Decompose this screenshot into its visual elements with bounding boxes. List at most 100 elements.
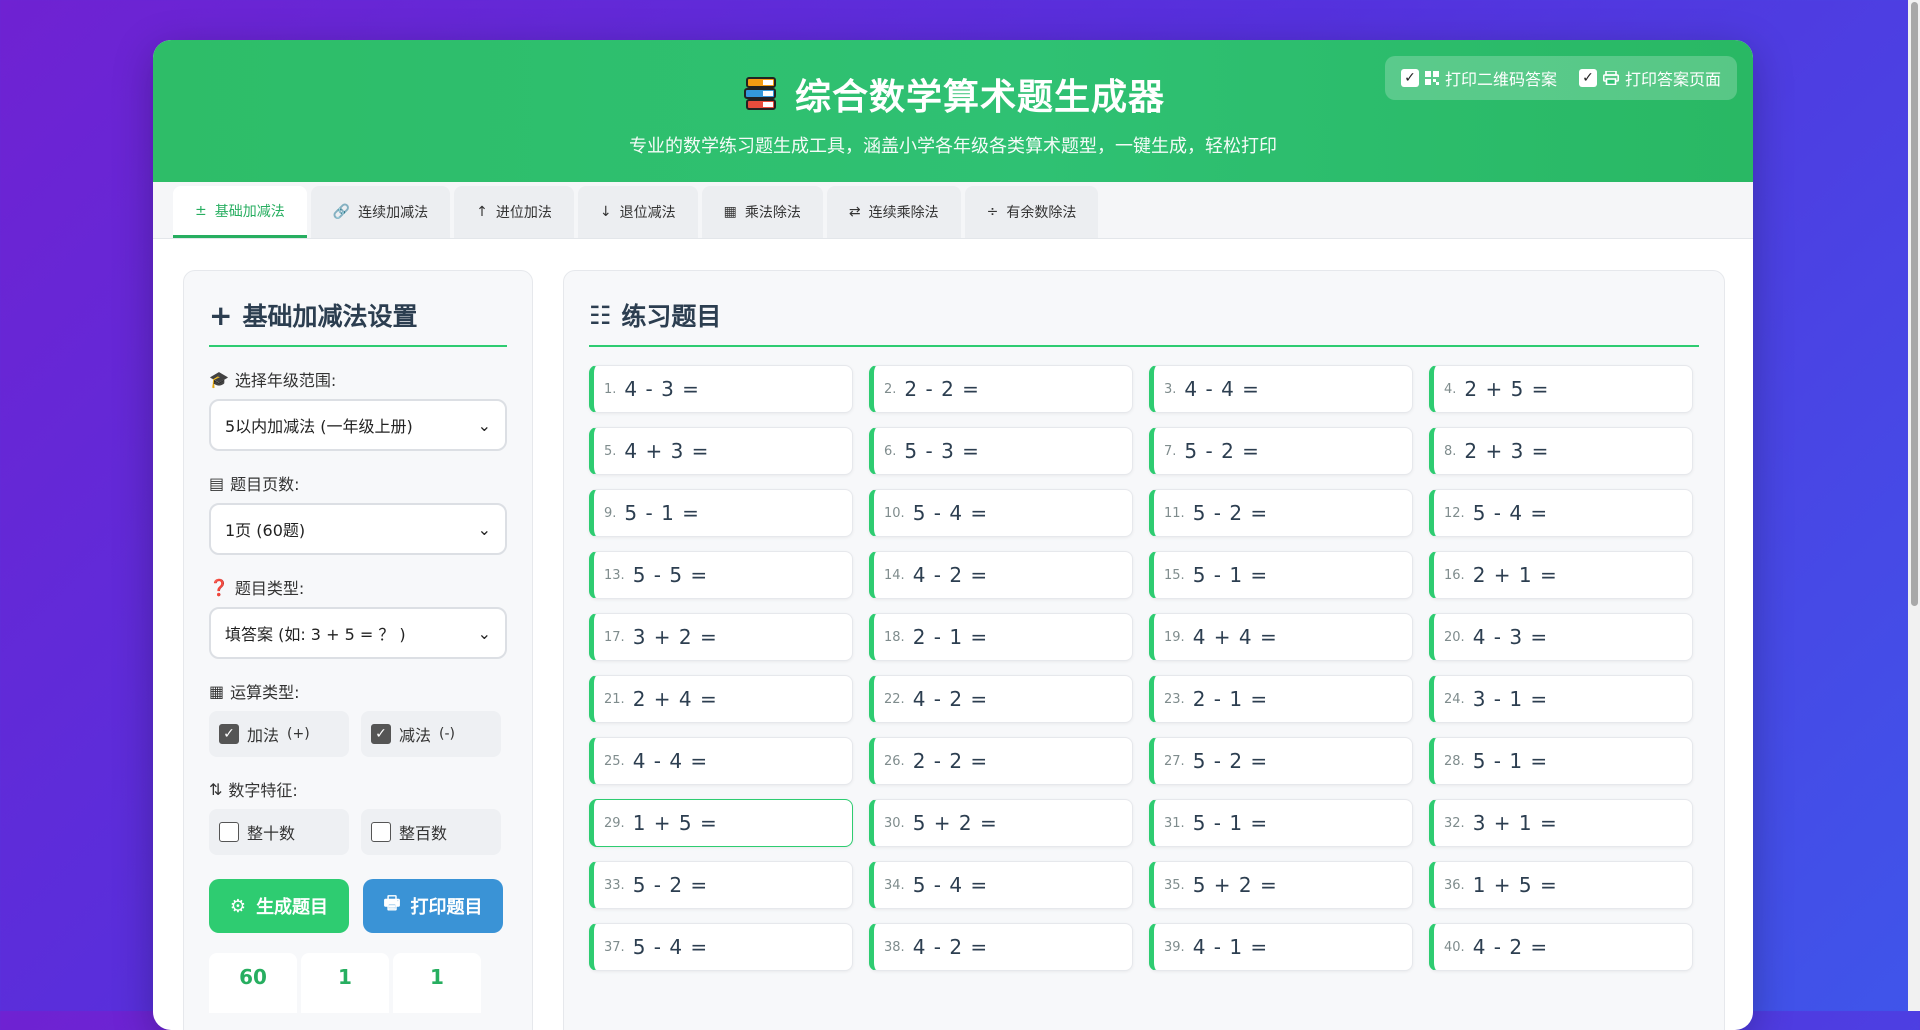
- question-number: 14.: [884, 567, 905, 583]
- tab-mult-div[interactable]: ▦ 乘法除法: [701, 186, 823, 238]
- calculator-icon: ▦: [209, 681, 225, 701]
- question-number: 34.: [884, 877, 905, 893]
- question-number: 22.: [884, 691, 905, 707]
- question-expression: 5 - 1 =: [624, 501, 700, 525]
- calculator-icon: ▦: [723, 204, 737, 220]
- scrollbar-thumb[interactable]: [1911, 2, 1918, 606]
- question-card: 22. 4 - 2 =: [869, 675, 1133, 723]
- question-card: 1. 4 - 3 =: [589, 365, 853, 413]
- question-number: 35.: [1164, 877, 1185, 893]
- tab-continuous-mult-div[interactable]: ⇄ 连续乘除法: [826, 186, 961, 238]
- tab-continuous-add-sub[interactable]: 🔗 连续加减法: [310, 186, 451, 238]
- question-grid: 1. 4 - 3 = 2. 2 - 2 = 3. 4 - 4 = 4. 2 + 5 = 5. 4 …: [589, 365, 1699, 971]
- tab-bar: ± 基础加减法 🔗 连续加减法 ↑ 进位加法 ↓ 退位减法 ▦ 乘法除法 ⇄ 连…: [153, 182, 1753, 239]
- question-card: 28. 5 - 1 =: [1429, 737, 1693, 785]
- question-number: 24.: [1444, 691, 1465, 707]
- header: 综合数学算术题生成器 专业的数学练习题生成工具，涵盖小学各年级各类算术题型，一键…: [153, 40, 1753, 182]
- question-expression: 4 + 4 =: [1192, 625, 1278, 649]
- feature-label-text: 数字特征:: [228, 781, 298, 800]
- question-number: 16.: [1444, 567, 1465, 583]
- subtraction-label: 减法: [399, 726, 432, 745]
- whole-tens-label: 整十数: [247, 824, 296, 843]
- question-card: 12. 5 - 4 =: [1429, 489, 1693, 537]
- question-card: 19. 4 + 4 =: [1149, 613, 1413, 661]
- divide-icon: ÷: [986, 204, 999, 220]
- whole-tens-option[interactable]: 整十数: [209, 809, 349, 855]
- tab-label: 基础加减法: [214, 203, 285, 220]
- question-card: 18. 2 - 1 =: [869, 613, 1133, 661]
- question-expression: 5 - 2 =: [1184, 439, 1260, 463]
- settings-title-text: 基础加减法设置: [242, 302, 418, 331]
- question-number: 19.: [1164, 629, 1185, 645]
- print-answers-option[interactable]: ✓ 打印答案页面: [1578, 66, 1721, 90]
- question-expression: 2 + 3 =: [1464, 439, 1550, 463]
- question-card: 33. 5 - 2 =: [589, 861, 853, 909]
- whole-hundreds-option[interactable]: 整百数: [361, 809, 501, 855]
- question-number: 26.: [884, 753, 905, 769]
- question-number: 12.: [1444, 505, 1465, 521]
- type-select[interactable]: 填答案 (如: 3 + 5 = ？ ) ⌄: [209, 607, 507, 659]
- print-qrcode-option[interactable]: ✓ 打印二维码答案: [1400, 66, 1557, 90]
- whole-hundreds-label: 整百数: [399, 824, 448, 843]
- question-card: 8. 2 + 3 =: [1429, 427, 1693, 475]
- question-number: 40.: [1444, 939, 1465, 955]
- question-card: 38. 4 - 2 =: [869, 923, 1133, 971]
- stats-row: 60 1 1: [209, 953, 507, 1013]
- addition-symbol: (+): [287, 726, 310, 742]
- question-expression: 4 - 3 =: [1472, 625, 1549, 649]
- print-button[interactable]: 🖶 打印题目: [363, 879, 503, 933]
- question-expression: 2 + 4 =: [632, 687, 718, 711]
- question-number: 15.: [1164, 567, 1185, 583]
- whole-hundreds-checkbox[interactable]: [371, 822, 391, 842]
- question-card: 24. 3 - 1 =: [1429, 675, 1693, 723]
- pages-label-text: 题目页数:: [230, 475, 300, 494]
- question-expression: 5 + 2 =: [912, 811, 998, 835]
- question-number: 10.: [884, 505, 905, 521]
- tab-label: 连续加减法: [358, 205, 429, 221]
- question-expression: 5 + 2 =: [1192, 873, 1278, 897]
- subtraction-symbol: (-): [439, 726, 455, 742]
- addition-checkbox[interactable]: ✓: [219, 724, 239, 744]
- action-buttons: ⚙ 生成题目 🖶 打印题目: [209, 879, 507, 933]
- grade-label: 🎓 选择年级范围:: [209, 367, 507, 391]
- question-number: 20.: [1444, 629, 1465, 645]
- subtraction-checkbox[interactable]: ✓: [371, 724, 391, 744]
- page-scrollbar[interactable]: [1908, 0, 1920, 1011]
- whole-tens-checkbox[interactable]: [219, 822, 239, 842]
- exercise-panel: ☷ 练习题目 1. 4 - 3 = 2. 2 - 2 = 3. 4 - 4 = 4. 2 + …: [563, 270, 1725, 1030]
- sort-numeric-icon: ⇅: [209, 779, 223, 799]
- subtraction-option[interactable]: ✓ 减法 (-): [361, 711, 501, 757]
- addition-option[interactable]: ✓ 加法 (+): [209, 711, 349, 757]
- print-answers-label: 打印答案页面: [1624, 70, 1721, 89]
- cogs-icon: ⚙: [229, 895, 247, 917]
- stat-total: 60: [209, 953, 297, 1013]
- generate-button[interactable]: ⚙ 生成题目: [209, 879, 349, 933]
- question-number: 2.: [884, 381, 897, 397]
- question-number: 9.: [604, 505, 617, 521]
- print-qrcode-label: 打印二维码答案: [1444, 70, 1557, 89]
- pages-select-value: 1页 (60题): [225, 521, 306, 540]
- grade-select-value: 5以内加减法 (一年级上册): [225, 417, 413, 436]
- list-check-icon: ☷: [589, 300, 612, 330]
- exercise-title-text: 练习题目: [621, 302, 722, 331]
- question-expression: 1 + 5 =: [1472, 873, 1558, 897]
- link-icon: 🔗: [332, 204, 351, 220]
- settings-title: + 基础加减法设置: [209, 297, 507, 347]
- pages-select[interactable]: 1页 (60题) ⌄: [209, 503, 507, 555]
- tab-basic-add-sub[interactable]: ± 基础加减法: [173, 186, 307, 238]
- settings-panel: + 基础加减法设置 🎓 选择年级范围: 5以内加减法 (一年级上册) ⌄ ▤ 题…: [183, 270, 533, 1030]
- tab-remainder-division[interactable]: ÷ 有余数除法: [964, 186, 1099, 238]
- grade-select[interactable]: 5以内加减法 (一年级上册) ⌄: [209, 399, 507, 451]
- tab-carry-addition[interactable]: ↑ 进位加法: [454, 186, 574, 238]
- print-answers-checkbox[interactable]: ✓: [1578, 69, 1597, 87]
- feature-options: 整十数 整百数: [209, 809, 507, 855]
- generate-button-label: 生成题目: [256, 897, 329, 918]
- books-icon: [743, 77, 776, 110]
- tab-label: 进位加法: [495, 205, 552, 221]
- print-qrcode-checkbox[interactable]: ✓: [1400, 69, 1419, 87]
- question-card: 39. 4 - 1 =: [1149, 923, 1413, 971]
- tab-borrow-subtraction[interactable]: ↓ 退位减法: [577, 186, 698, 238]
- question-card: 29. 1 + 5 =: [589, 799, 853, 847]
- app-container: 综合数学算术题生成器 专业的数学练习题生成工具，涵盖小学各年级各类算术题型，一键…: [153, 40, 1753, 1030]
- chevron-down-icon: ⌄: [477, 415, 491, 435]
